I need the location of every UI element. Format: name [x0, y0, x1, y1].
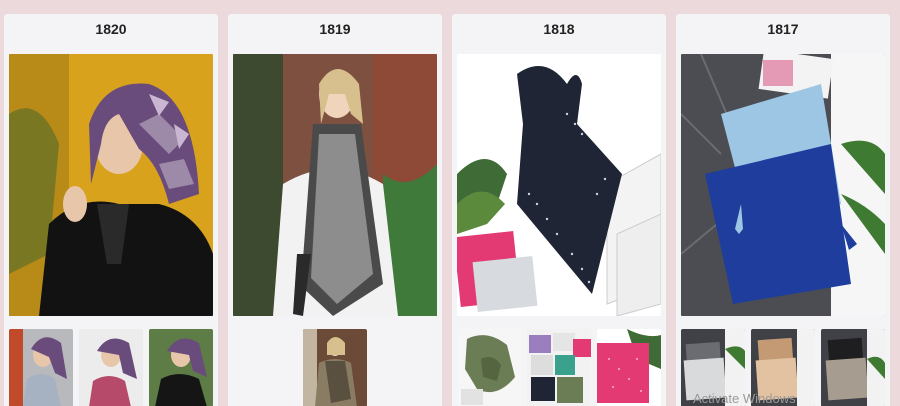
product-id: 1818: [543, 21, 575, 37]
product-card[interactable]: 1820: [4, 14, 218, 406]
product-grid: 1820 1819 1818 1817: [0, 0, 900, 406]
product-main-photo[interactable]: [457, 54, 661, 316]
product-card[interactable]: 1819: [228, 14, 442, 406]
product-id: 1819: [319, 21, 351, 37]
activate-windows-watermark: Activate Windows: [693, 391, 796, 406]
product-thumbnail[interactable]: [9, 329, 73, 406]
product-id: 1817: [767, 21, 799, 37]
product-thumbnail[interactable]: [79, 329, 143, 406]
product-card[interactable]: 1817: [676, 14, 890, 406]
product-card[interactable]: 1818: [452, 14, 666, 406]
product-thumbnail[interactable]: [821, 329, 885, 406]
product-thumbnail[interactable]: [149, 329, 213, 406]
product-main-photo[interactable]: [233, 54, 437, 316]
product-thumbnail[interactable]: [457, 329, 521, 406]
product-main-photo[interactable]: [9, 54, 213, 316]
product-main-photo[interactable]: [681, 54, 885, 316]
product-thumbnail[interactable]: [597, 329, 661, 406]
product-thumbnail[interactable]: [303, 329, 367, 406]
product-thumbnail[interactable]: [527, 329, 591, 406]
product-id: 1820: [95, 21, 127, 37]
